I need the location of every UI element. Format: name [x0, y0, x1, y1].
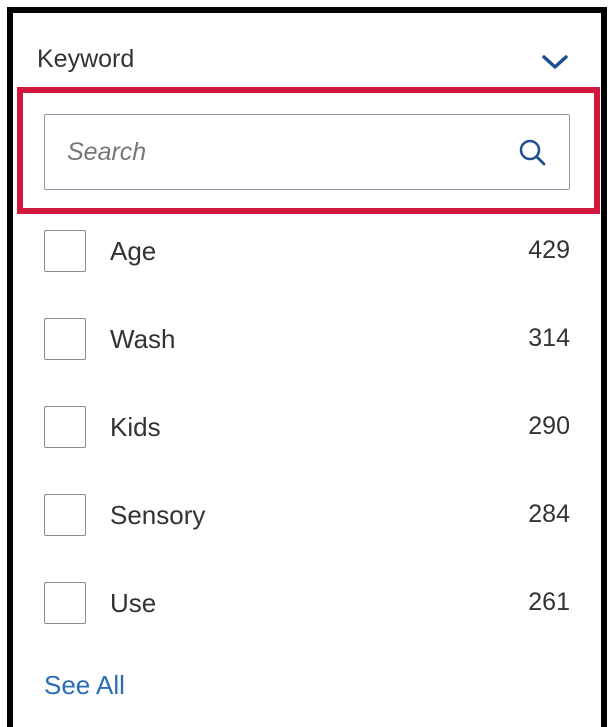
facet-label: Age [110, 236, 157, 266]
facet-item-sensory[interactable]: Sensory 284 [44, 492, 572, 580]
facet-title: Keyword [37, 45, 135, 73]
checkbox-wash[interactable] [44, 318, 86, 360]
search-input[interactable] [45, 115, 495, 189]
facet-item-age[interactable]: Age 429 [44, 228, 572, 316]
facet-count: 314 [528, 324, 570, 352]
facet-count: 261 [528, 588, 570, 616]
facet-label: Sensory [110, 500, 206, 530]
facet-count: 429 [528, 236, 570, 264]
facet-item-kids[interactable]: Kids 290 [44, 404, 572, 492]
chevron-down-icon[interactable] [540, 52, 570, 72]
facet-item-use[interactable]: Use 261 [44, 580, 572, 668]
checkbox-age[interactable] [44, 230, 86, 272]
checkbox-kids[interactable] [44, 406, 86, 448]
facet-count: 290 [528, 412, 570, 440]
facet-label: Kids [110, 412, 161, 442]
see-all-link[interactable]: See All [44, 670, 125, 701]
checkbox-sensory[interactable] [44, 494, 86, 536]
facet-count: 284 [528, 500, 570, 528]
facet-label: Wash [110, 324, 176, 354]
facet-header[interactable]: Keyword [37, 40, 577, 84]
search-icon[interactable] [517, 137, 549, 169]
keyword-facet-list: Age 429 Wash 314 Kids 290 Sensory 284 Us… [44, 228, 572, 668]
search-field[interactable] [44, 114, 570, 190]
facet-label: Use [110, 588, 157, 618]
facet-item-wash[interactable]: Wash 314 [44, 316, 572, 404]
checkbox-use[interactable] [44, 582, 86, 624]
